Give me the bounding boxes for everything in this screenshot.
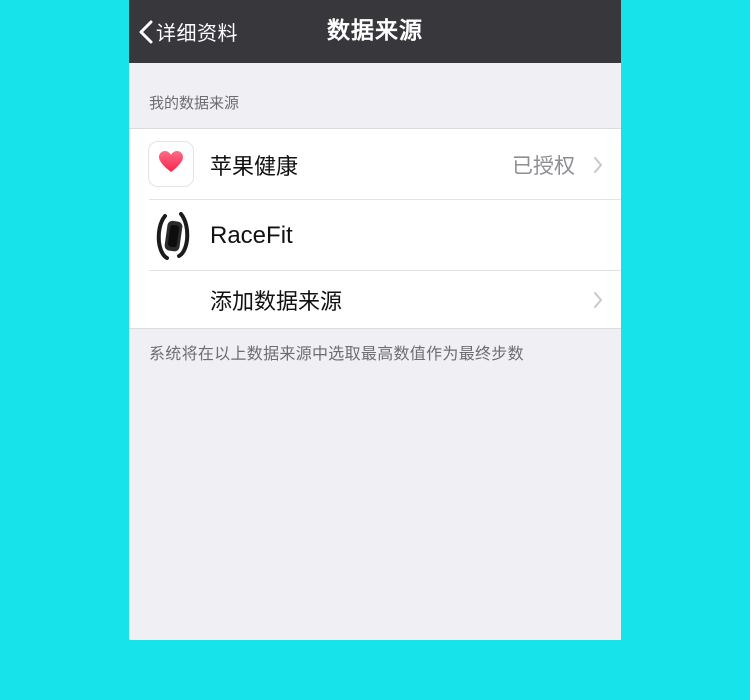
- apple-health-app-icon: [148, 141, 194, 187]
- footer-note: 系统将在以上数据来源中选取最高数值作为最终步数: [149, 344, 524, 363]
- chevron-right-icon: [593, 156, 603, 178]
- chevron-right-icon: [593, 291, 603, 313]
- list-item-apple-health[interactable]: 苹果健康 已授权: [129, 129, 621, 200]
- section-header: 我的数据来源: [149, 94, 240, 112]
- navigation-bar: 数据来源 详细资料: [129, 0, 621, 63]
- list-item-racefit[interactable]: RaceFit: [129, 200, 621, 271]
- list-item-label: RaceFit: [210, 221, 293, 249]
- heart-icon: [158, 150, 184, 178]
- list-item-label: 苹果健康: [210, 154, 299, 180]
- list-item-add-source[interactable]: 添加数据来源: [129, 271, 621, 328]
- back-button-label: 详细资料: [156, 21, 238, 45]
- back-button[interactable]: 详细资料: [139, 0, 238, 63]
- chevron-left-icon: [139, 20, 153, 44]
- add-source-label: 添加数据来源: [210, 289, 343, 315]
- data-source-list: 苹果健康 已授权 RaceFit 添加数据来源: [129, 128, 621, 329]
- phone-screen: 数据来源 详细资料 我的数据来源 苹果健康 已授权 RaceFit 添加数据来源…: [129, 0, 621, 640]
- fitness-band-icon: [155, 212, 191, 260]
- authorization-status: 已授权: [512, 153, 575, 178]
